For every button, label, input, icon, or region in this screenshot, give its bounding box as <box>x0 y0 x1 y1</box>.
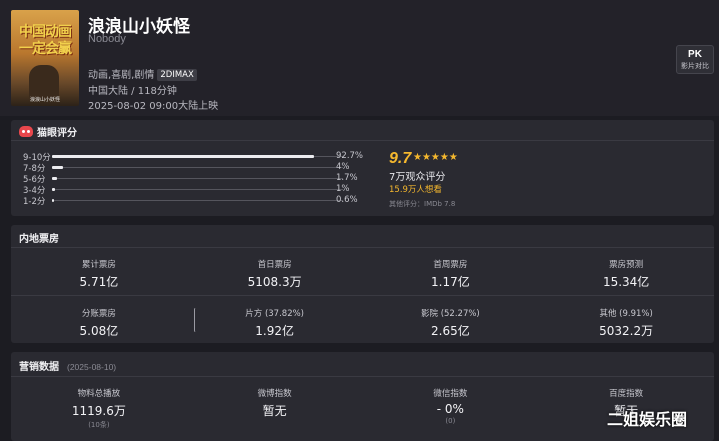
dist-percent: 1% <box>336 184 350 194</box>
stat-cinema-share: 影院 (52.27%) 2.65亿 <box>363 307 539 339</box>
stat-other-share: 其他 (9.91%) 5032.2万 <box>538 307 714 339</box>
stat-value: 1.17亿 <box>431 275 470 289</box>
pk-sublabel: 影片对比 <box>681 62 709 70</box>
stat-value: 1119.6万 <box>71 404 126 418</box>
rating-dist-row: 5-6分 1.7% <box>23 173 363 185</box>
stat-label: 影院 (52.27%) <box>421 309 480 319</box>
dist-percent: 92.7% <box>336 151 364 161</box>
poster-footer: 浪浪山小妖怪 <box>29 97 60 103</box>
other-rating: 其他评分：IMDb 7.8 <box>389 200 456 208</box>
genres-text: 动画,喜剧,剧情 <box>88 70 155 81</box>
rating-score: 9.7 <box>389 150 412 167</box>
movie-poster[interactable]: 中国动画一定会赢 浪浪山小妖怪 <box>11 10 79 106</box>
rating-section-title: 猫眼评分 <box>37 128 77 139</box>
box-office-row: 累计票房 5.71亿 首日票房 5108.3万 首周票房 1.17亿 票房预测 … <box>11 258 714 290</box>
dist-fill <box>52 177 57 180</box>
stat-split-box-office: 分账票房 5.08亿 <box>11 307 187 339</box>
split-brace <box>194 308 197 332</box>
divider <box>11 140 714 141</box>
stat-value: 暂无 <box>262 404 287 418</box>
stat-forecast: 票房预测 15.34亿 <box>538 258 714 290</box>
movie-region-duration: 中国大陆 / 118分钟 <box>88 86 177 97</box>
divider <box>11 295 714 296</box>
marketing-date: (2025-08-10) <box>67 362 117 372</box>
movie-genres: 动画,喜剧,剧情 2DIMAX <box>88 66 197 81</box>
maoyan-cat-icon <box>19 126 33 137</box>
dist-percent: 0.6% <box>336 195 358 205</box>
dist-track <box>52 178 343 179</box>
dist-fill <box>52 155 315 158</box>
dist-track <box>52 167 343 168</box>
watermark: 二姐娱乐圈 <box>607 410 688 429</box>
dist-label: 1-2分 <box>23 197 46 207</box>
stat-label: 首日票房 <box>257 260 292 270</box>
rating-header: 猫眼评分 <box>19 124 77 139</box>
movie-release-date: 2025-08-02 09:00大陆上映 <box>88 101 219 112</box>
marketing-title: 营销数据 <box>19 362 59 373</box>
stat-value: - 0% <box>436 402 464 416</box>
dist-track <box>52 200 343 201</box>
stat-first-day: 首日票房 5108.3万 <box>187 258 363 290</box>
stat-wechat-index: 微信指数 - 0% (0) <box>363 387 539 430</box>
movie-english-title: Nobody <box>88 33 126 45</box>
rating-dist-row: 7-8分 4% <box>23 162 363 174</box>
stat-label: 票房预测 <box>609 260 644 270</box>
stat-producer-share: 片方 (37.82%) 1.92亿 <box>187 307 363 339</box>
stat-label: 微信指数 <box>433 389 468 399</box>
stat-label: 累计票房 <box>81 260 116 270</box>
want-to-see-count: 15.9万人想看 <box>389 185 442 195</box>
stat-label: 首周票房 <box>433 260 468 270</box>
divider <box>11 247 714 248</box>
dist-track <box>52 189 343 190</box>
stat-label: 分账票房 <box>81 309 116 319</box>
poster-figure <box>29 65 59 99</box>
box-office-panel: 内地票房 累计票房 5.71亿 首日票房 5108.3万 首周票房 1.17亿 … <box>11 225 714 343</box>
pk-label: PK <box>688 49 702 60</box>
dist-percent: 1.7% <box>336 173 358 183</box>
dist-fill <box>52 199 54 202</box>
stat-value: 1.92亿 <box>255 324 294 338</box>
stat-first-week: 首周票房 1.17亿 <box>363 258 539 290</box>
pk-compare-button[interactable]: PK 影片对比 <box>676 45 714 74</box>
stat-label: 百度指数 <box>609 389 644 399</box>
dist-percent: 4% <box>336 162 350 172</box>
stat-sub: (10条) <box>88 421 110 429</box>
stat-label: 物料总播放 <box>77 389 121 399</box>
stat-label: 微博指数 <box>257 389 292 399</box>
dist-fill <box>52 188 55 191</box>
format-badge: 2DIMAX <box>157 69 197 81</box>
stat-total-box-office: 累计票房 5.71亿 <box>11 258 187 290</box>
stat-value: 15.34亿 <box>602 275 650 289</box>
box-office-row: 分账票房 5.08亿 片方 (37.82%) 1.92亿 影院 (52.27%)… <box>11 307 714 339</box>
box-office-title: 内地票房 <box>19 234 59 245</box>
rating-dist-row: 9-10分 92.7% <box>23 151 364 163</box>
star-rating-icon: ★★★★★ <box>413 152 458 163</box>
rating-dist-row: 1-2分 0.6% <box>23 195 363 207</box>
movie-header: 中国动画一定会赢 浪浪山小妖怪 浪浪山小妖怪 Nobody 动画,喜剧,剧情 2D… <box>0 0 719 116</box>
marketing-header: 营销数据 (2025-08-10) <box>19 358 116 373</box>
stat-weibo-index: 微博指数 暂无 <box>187 387 363 430</box>
poster-title: 中国动画一定会赢 <box>19 24 72 57</box>
stat-value: 5032.2万 <box>599 324 654 338</box>
viewer-count: 7万观众评分 <box>389 172 446 183</box>
stat-value: 5108.3万 <box>247 275 302 289</box>
rating-dist-row: 3-4分 1% <box>23 184 363 196</box>
divider <box>11 376 714 377</box>
stat-sub: (0) <box>445 417 456 425</box>
stat-value: 5.71亿 <box>79 275 119 289</box>
dist-fill <box>52 166 64 169</box>
stat-value: 2.65亿 <box>431 324 470 338</box>
stat-label: 其他 (9.91%) <box>599 309 653 319</box>
stat-material-plays: 物料总播放 1119.6万 (10条) <box>11 387 187 430</box>
stat-value: 5.08亿 <box>79 324 119 338</box>
rating-panel: 猫眼评分 9-10分 92.7% 7-8分 4% 5-6分 1.7% 3-4分 … <box>11 120 714 216</box>
stat-label: 片方 (37.82%) <box>245 309 304 319</box>
